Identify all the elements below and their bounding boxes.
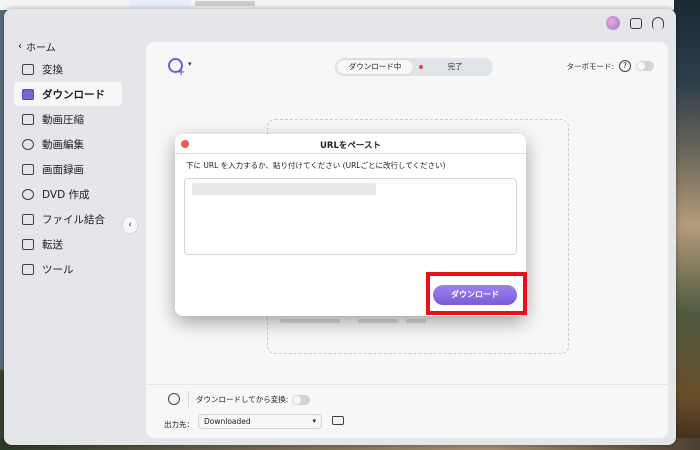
dialog-title: URLをペースト [320,141,381,151]
url-input-value [192,183,376,195]
desktop-text-fragment [195,1,255,6]
desktop-wallpaper [674,0,700,450]
highlight-frame [426,272,527,315]
desktop-window-fragment [130,0,190,8]
url-input[interactable] [184,178,517,255]
dialog-instruction: 下に URL を入力するか、貼り付けてください (URLごとに改行してください) [186,161,446,170]
dialog-titlebar: URLをペースト [175,134,526,154]
